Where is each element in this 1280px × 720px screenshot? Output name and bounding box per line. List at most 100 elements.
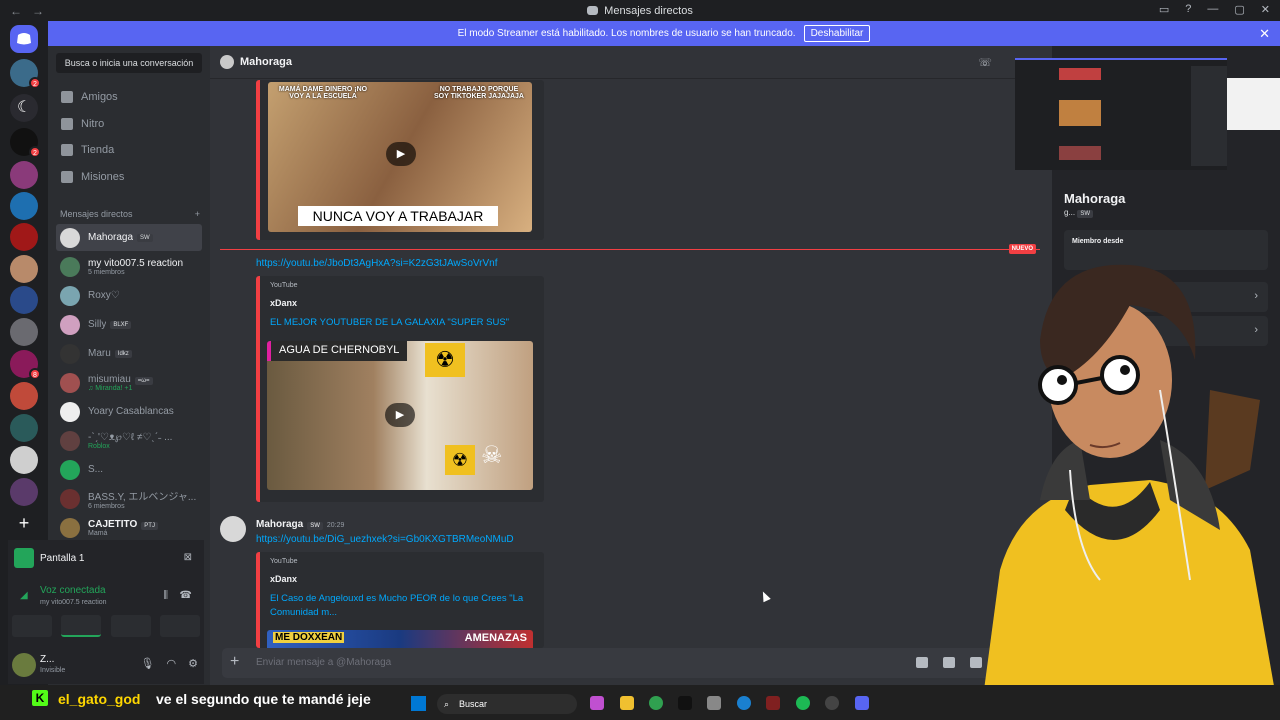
call-icon[interactable]: ☏ (978, 56, 992, 69)
voice-status[interactable]: Voz conectada (40, 585, 106, 596)
app-icon[interactable] (707, 696, 721, 710)
dm-item[interactable]: Roxy♡ (56, 282, 202, 309)
add-server-icon[interactable]: + (10, 510, 38, 538)
username[interactable]: Z... (40, 654, 54, 665)
server-icon[interactable]: 2 (10, 128, 41, 158)
voice-action-buttons (12, 615, 200, 637)
server-icon[interactable]: ☾ (10, 94, 38, 122)
server-icon[interactable] (10, 286, 38, 314)
inbox-button-icon[interactable]: ▭ (1159, 3, 1169, 16)
video-thumbnail[interactable]: ME DOXXEAN AMENAZAS (267, 630, 533, 648)
server-icon[interactable] (10, 414, 38, 442)
banner-close-icon[interactable]: ✕ (1259, 26, 1270, 42)
chrome-icon[interactable] (649, 696, 663, 710)
server-icon[interactable] (10, 478, 38, 506)
quests-icon (61, 171, 73, 183)
maximize-button[interactable]: ▢ (1234, 3, 1244, 16)
video-thumbnail[interactable]: MAMÁ DAME DINERO ¡NO VOY A LA ESCUELA NO… (268, 82, 532, 232)
chat-area: Mahoraga ☏ MAMÁ DAME DINERO ¡NO VOY A LA… (210, 46, 1052, 685)
share-screen-button[interactable] (61, 615, 102, 637)
server-icon[interactable] (10, 446, 38, 474)
shop-icon (61, 144, 73, 156)
server-icon[interactable] (10, 192, 38, 220)
home-button[interactable] (10, 25, 38, 53)
minimize-button[interactable]: — (1207, 3, 1218, 16)
file-explorer-icon[interactable] (620, 696, 634, 710)
copilot-icon[interactable] (590, 696, 604, 710)
activities-button[interactable] (110, 615, 151, 637)
message-link[interactable]: https://youtu.be/DiG_uezhxek?si=Gb0KXGTB… (256, 534, 514, 545)
server-icon[interactable] (10, 255, 38, 283)
embed-card: YouTube xDanx El Caso de Angelouxd es Mu… (256, 552, 544, 648)
preview-thumbnail (1059, 146, 1101, 160)
dm-item[interactable]: CAJETITO PTJ Mamá (56, 514, 202, 541)
noise-suppression-icon[interactable]: ⫼ (163, 590, 168, 601)
gif-icon[interactable] (943, 657, 955, 668)
dm-item-group[interactable]: BASS.Y, エルベンジャ... 6 miembros (56, 485, 202, 512)
avatar (60, 430, 80, 451)
message-composer[interactable]: + Enviar mensaje a @Mahoraga (222, 648, 1010, 678)
dm-item[interactable]: -ˋˏ'♡ᴥ℘♡ℓ ≠♡ˎˊ˗ ... Roblox (56, 427, 202, 454)
avatar (60, 401, 80, 422)
new-messages-divider (220, 249, 1040, 250)
voice-channel[interactable]: my vito007.5 reaction (40, 599, 107, 606)
skull-icon: ☠ (481, 442, 503, 469)
attach-plus-icon[interactable]: + (230, 653, 239, 671)
dm-item[interactable]: Yoary Casablancas (56, 398, 202, 425)
dm-item[interactable]: Maru Idkz (56, 340, 202, 367)
message-author[interactable]: Mahoraga SW 20:29 (256, 519, 344, 530)
dm-section-header: Mensajes directos + (60, 209, 200, 219)
radiation-icon: ☢ (425, 343, 465, 377)
stream-chat-user: el_gato_god (58, 691, 141, 707)
avatar[interactable] (220, 516, 246, 542)
nav-nitro[interactable]: Nitro (56, 112, 202, 136)
server-icon[interactable] (10, 382, 38, 410)
soundboard-button[interactable] (159, 615, 200, 637)
streamer-mode-banner: El modo Streamer está habilitado. Los no… (48, 21, 1280, 46)
chat-title: Mahoraga (240, 56, 292, 68)
close-screen-icon[interactable]: ⊠ (184, 552, 192, 563)
create-dm-icon[interactable]: + (195, 209, 200, 219)
message-link[interactable]: https://youtu.be/JboDt3AgHxA?si=K2zG3tJA… (256, 258, 498, 269)
server-icon[interactable] (10, 223, 38, 251)
spotify-icon[interactable] (796, 696, 810, 710)
microphone-icon[interactable]: 🎙 (141, 657, 155, 670)
dm-item[interactable]: misumiau =ω= ♫ Miranda! +1 (56, 369, 202, 396)
video-thumbnail[interactable]: AGUA DE CHERNOBYL ☢ ▶ ☢ ☠ (267, 341, 533, 490)
server-icon[interactable] (10, 161, 38, 189)
app-icon[interactable] (766, 696, 780, 710)
dm-item[interactable]: S... (56, 456, 202, 483)
play-icon[interactable]: ▶ (386, 142, 416, 166)
discord-taskbar-icon[interactable] (855, 696, 869, 710)
nav-friends[interactable]: Amigos (56, 85, 202, 109)
edge-icon[interactable] (737, 696, 751, 710)
nav-shop[interactable]: Tienda (56, 138, 202, 162)
avatar[interactable] (12, 653, 36, 677)
close-window-button[interactable]: ✕ (1261, 3, 1270, 16)
preview-sidebar (1191, 66, 1227, 166)
dm-item-group[interactable]: my vito007.5 reaction 5 miembros (56, 253, 202, 280)
server-icon[interactable]: 8 (10, 350, 41, 380)
settings-gear-icon[interactable]: ⚙ (188, 657, 198, 670)
disable-streamer-button[interactable]: Deshabilitar (803, 25, 871, 42)
discord-logo-icon (17, 33, 31, 45)
taskbar-search[interactable]: ⌕ Buscar (437, 694, 577, 714)
play-icon[interactable]: ▶ (385, 403, 415, 427)
windows-start-icon[interactable] (411, 696, 426, 711)
help-icon[interactable]: ? (1185, 3, 1191, 16)
mouse-cursor-icon (759, 589, 771, 603)
profile-info: g... SW (1064, 208, 1094, 218)
tiktok-icon[interactable] (678, 696, 692, 710)
user-controls: 🎙 ◠ ⚙ (141, 657, 198, 670)
dm-item[interactable]: Silly BLXF (56, 311, 202, 338)
gift-icon[interactable] (916, 657, 928, 668)
server-icon[interactable]: 2 (10, 59, 41, 89)
server-icon[interactable] (10, 318, 38, 346)
nav-quests[interactable]: Misiones (56, 165, 202, 189)
headphones-icon[interactable]: ◠ (167, 657, 177, 670)
search-conversation-button[interactable]: Busca o inicia una conversación (56, 53, 202, 73)
disconnect-icon[interactable]: ☎ (180, 590, 192, 601)
obs-icon[interactable] (825, 696, 839, 710)
dm-item-mahoraga[interactable]: Mahoraga SW (56, 224, 202, 251)
camera-off-button[interactable] (12, 615, 52, 637)
